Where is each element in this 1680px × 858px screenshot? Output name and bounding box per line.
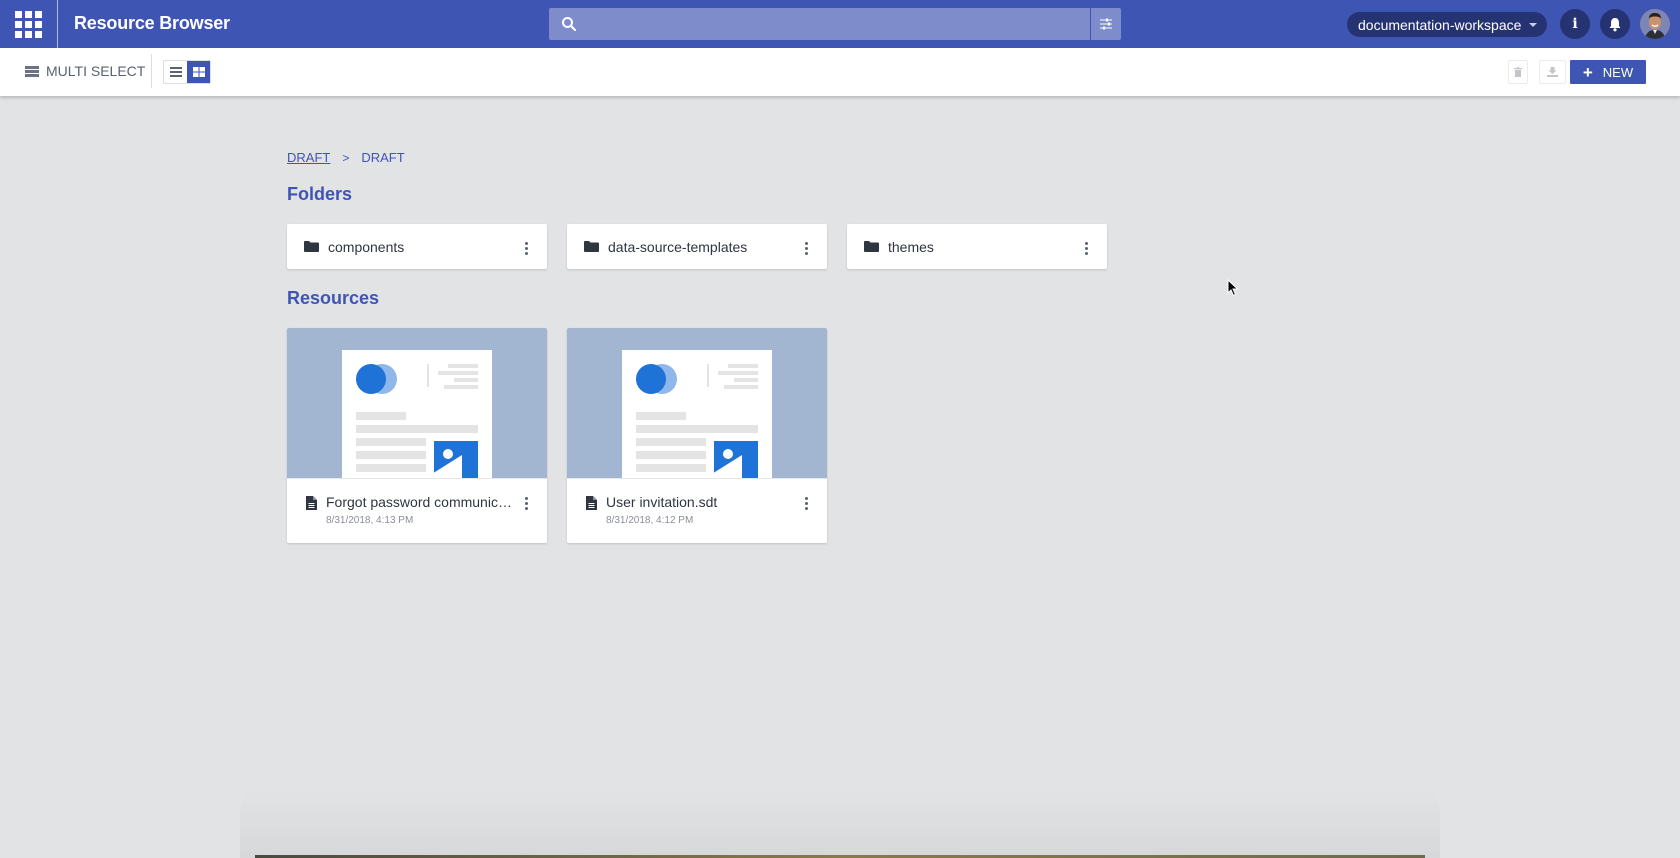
- bell-icon: [1609, 17, 1621, 31]
- resource-card[interactable]: Forgot password communicat... 8/31/2018,…: [287, 328, 547, 543]
- sliders-icon: [1100, 18, 1112, 30]
- breadcrumb: DRAFT > DRAFT: [287, 150, 405, 165]
- bottom-shadow: [240, 790, 1440, 858]
- plus-icon: +: [1582, 62, 1593, 82]
- app-header: Resource Browser documentation-workspace…: [0, 0, 1680, 48]
- multi-select-icon: [25, 65, 39, 77]
- trash-icon: [1514, 67, 1522, 77]
- document-icon: [306, 496, 317, 510]
- folder-more-options-icon[interactable]: [805, 240, 809, 257]
- info-button[interactable]: i: [1560, 9, 1590, 39]
- resource-name: Forgot password communicat...: [326, 494, 516, 510]
- resource-thumbnail: [567, 328, 827, 478]
- new-button[interactable]: + NEW: [1570, 60, 1646, 84]
- info-icon: i: [1572, 16, 1578, 32]
- apps-menu-button[interactable]: [0, 0, 58, 48]
- resource-card[interactable]: User invitation.sdt 8/31/2018, 4:12 PM: [567, 328, 827, 543]
- mouse-cursor-icon: [1227, 279, 1239, 297]
- resource-more-options-icon[interactable]: [525, 495, 529, 512]
- resource-date: 8/31/2018, 4:12 PM: [606, 515, 694, 526]
- folder-name: components: [328, 238, 405, 255]
- resources-heading: Resources: [287, 288, 380, 308]
- document-icon: [586, 496, 597, 510]
- grid-icon: [192, 67, 205, 77]
- folder-name: themes: [888, 238, 934, 255]
- delete-button[interactable]: [1508, 60, 1528, 84]
- folder-more-options-icon[interactable]: [1085, 240, 1089, 257]
- toolbar-divider: [151, 54, 152, 88]
- search-input[interactable]: [585, 8, 1085, 40]
- resource-more-options-icon[interactable]: [805, 495, 809, 512]
- breadcrumb-separator: >: [342, 150, 350, 165]
- breadcrumb-item[interactable]: DRAFT: [287, 150, 330, 165]
- search-icon: [562, 17, 577, 32]
- avatar-image: [1640, 9, 1670, 39]
- folder-card[interactable]: data-source-templates: [567, 224, 827, 269]
- search-filter-button[interactable]: [1090, 8, 1121, 40]
- user-avatar[interactable]: [1640, 9, 1670, 39]
- download-icon: [1547, 67, 1558, 77]
- new-button-label: NEW: [1602, 64, 1634, 80]
- document-preview-image: [342, 350, 492, 478]
- folder-icon: [864, 241, 879, 252]
- multi-select-button[interactable]: MULTI SELECT: [25, 63, 145, 79]
- workspace-name: documentation-workspace: [1358, 16, 1522, 33]
- folders-heading: Folders: [287, 184, 353, 204]
- document-preview-image: [622, 350, 772, 478]
- folder-icon: [584, 241, 599, 252]
- list-view-button[interactable]: [164, 61, 187, 83]
- grid-view-button[interactable]: [187, 61, 210, 83]
- app-title: Resource Browser: [74, 13, 230, 33]
- resource-date: 8/31/2018, 4:13 PM: [326, 515, 414, 526]
- image-icon: [434, 441, 478, 478]
- resource-thumbnail: [287, 328, 547, 478]
- notifications-button[interactable]: [1600, 9, 1630, 39]
- chevron-down-icon: [1529, 22, 1538, 27]
- apps-grid-icon: [15, 10, 42, 38]
- toolbar: MULTI SELECT + NEW: [0, 48, 1680, 96]
- folder-icon: [304, 241, 319, 252]
- search-bar: [549, 8, 1121, 40]
- folder-more-options-icon[interactable]: [525, 240, 529, 257]
- multi-select-label: MULTI SELECT: [46, 63, 146, 79]
- download-button[interactable]: [1539, 60, 1566, 84]
- folder-card[interactable]: components: [287, 224, 547, 269]
- folder-name: data-source-templates: [608, 238, 748, 255]
- resource-name: User invitation.sdt: [606, 494, 718, 510]
- folder-card[interactable]: themes: [847, 224, 1107, 269]
- workspace-selector[interactable]: documentation-workspace: [1347, 12, 1547, 37]
- breadcrumb-current: DRAFT: [361, 150, 405, 165]
- view-mode-toggle: [163, 60, 211, 84]
- image-icon: [714, 441, 758, 478]
- list-icon: [169, 67, 182, 77]
